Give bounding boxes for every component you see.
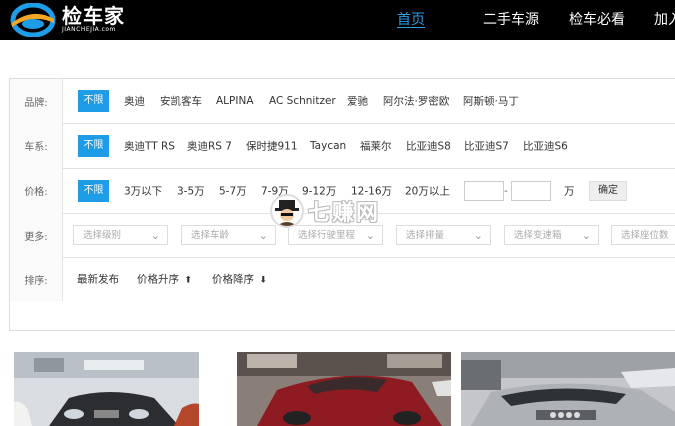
filter-label-series: 车系: — [10, 123, 63, 168]
nav-join[interactable]: 加入 — [654, 0, 675, 40]
price-confirm-button[interactable]: 确定 — [589, 180, 627, 201]
filter-label-more: 更多: — [10, 213, 63, 257]
select-displacement[interactable]: 选择排量 ⌄ — [396, 225, 491, 245]
select-level-placeholder: 选择级别 — [83, 230, 122, 241]
chevron-down-icon: ⌄ — [258, 229, 268, 242]
price-option[interactable]: 5-7万 — [219, 183, 247, 198]
select-age[interactable]: 选择车龄 ⌄ — [181, 225, 276, 245]
price-max-input[interactable] — [511, 180, 551, 201]
nav-inspection-guide[interactable]: 检车必看 — [569, 0, 625, 40]
price-unit: 万 — [564, 185, 575, 197]
series-option[interactable]: 保时捷911 — [246, 138, 298, 153]
brand-option[interactable]: 阿尔法·罗密欧 — [383, 94, 449, 109]
logo-icon — [10, 2, 56, 38]
watermark: 七赚网 — [270, 194, 380, 228]
logo-name: 检车家 — [62, 4, 125, 28]
price-option[interactable]: 3-5万 — [177, 183, 205, 198]
brand-all-chip[interactable]: 不限 — [78, 90, 109, 112]
select-age-placeholder: 选择车龄 — [191, 230, 230, 241]
select-seats-placeholder: 选择座位数 — [621, 230, 669, 241]
chevron-down-icon: ⌄ — [581, 229, 591, 242]
brand-option[interactable]: 安凯客车 — [160, 94, 202, 109]
sort-price-desc-label: 价格降序 — [212, 273, 254, 286]
sort-price-asc[interactable]: 价格升序 ⬆ — [137, 272, 192, 287]
series-option[interactable]: Taycan — [310, 140, 346, 152]
select-mileage-placeholder: 选择行驶里程 — [298, 230, 356, 241]
select-displacement-placeholder: 选择排量 — [406, 230, 445, 241]
price-min-input[interactable] — [464, 180, 504, 201]
car-photo-2[interactable] — [237, 352, 451, 426]
filter-row-brand: 品牌: 不限 奥迪 安凯客车 ALPINA AC Schnitzer 爱驰 阿尔… — [10, 79, 675, 124]
price-option[interactable]: 3万以下 — [124, 183, 162, 198]
series-option[interactable]: 奥迪RS 7 — [187, 138, 232, 153]
chevron-down-icon: ⌄ — [150, 229, 160, 242]
select-transmission[interactable]: 选择变速箱 ⌄ — [504, 225, 599, 245]
arrow-up-icon: ⬆ — [184, 275, 192, 286]
filter-label-brand: 品牌: — [10, 79, 63, 123]
nav-home[interactable]: 首页 — [397, 0, 425, 40]
brand-option[interactable]: AC Schnitzer — [269, 95, 336, 107]
brand-option[interactable]: 奥迪 — [124, 94, 145, 109]
series-option[interactable]: 比亚迪S6 — [523, 138, 568, 153]
sort-price-asc-label: 价格升序 — [137, 273, 179, 286]
sort-latest[interactable]: 最新发布 — [77, 272, 119, 287]
car-photo-3[interactable] — [461, 352, 675, 426]
brand-option[interactable]: 阿斯顿·马丁 — [463, 94, 519, 109]
select-seats[interactable]: 选择座位数 — [611, 225, 675, 245]
chevron-down-icon: ⌄ — [473, 229, 483, 242]
watermark-avatar-icon — [270, 194, 304, 228]
top-navbar: 检车家 JIANCHEJIA.com 首页 二手车源 检车必看 加入 — [0, 0, 675, 40]
series-option[interactable]: 比亚迪S8 — [406, 138, 451, 153]
select-mileage[interactable]: 选择行驶里程 ⌄ — [288, 225, 383, 245]
series-option[interactable]: 福莱尔 — [360, 138, 392, 153]
price-range-separator: - — [504, 184, 508, 197]
select-level[interactable]: 选择级别 ⌄ — [73, 225, 168, 245]
brand-option[interactable]: ALPINA — [216, 95, 254, 107]
logo-domain: JIANCHEJIA.com — [62, 26, 116, 33]
watermark-text: 七赚网 — [308, 201, 381, 226]
sort-price-desc[interactable]: 价格降序 ⬇ — [212, 272, 267, 287]
series-option[interactable]: 比亚迪S7 — [464, 138, 509, 153]
chevron-down-icon: ⌄ — [365, 229, 375, 242]
logo[interactable]: 检车家 JIANCHEJIA.com — [10, 2, 125, 38]
arrow-down-icon: ⬇ — [259, 275, 267, 286]
filter-row-sort: 排序: 最新发布 价格升序 ⬆ 价格降序 ⬇ — [10, 257, 675, 301]
brand-option[interactable]: 爱驰 — [347, 94, 368, 109]
filter-label-price: 价格: — [10, 168, 63, 213]
price-option[interactable]: 20万以上 — [405, 183, 450, 198]
car-photo-1[interactable] — [14, 352, 199, 426]
select-transmission-placeholder: 选择变速箱 — [514, 230, 562, 241]
filter-label-sort: 排序: — [10, 257, 63, 301]
series-all-chip[interactable]: 不限 — [78, 134, 109, 157]
nav-used-cars[interactable]: 二手车源 — [483, 0, 539, 40]
price-all-chip[interactable]: 不限 — [78, 179, 109, 202]
series-option[interactable]: 奥迪TT RS — [124, 138, 175, 153]
filter-row-series: 车系: 不限 奥迪TT RS 奥迪RS 7 保时捷911 Taycan 福莱尔 … — [10, 123, 675, 169]
